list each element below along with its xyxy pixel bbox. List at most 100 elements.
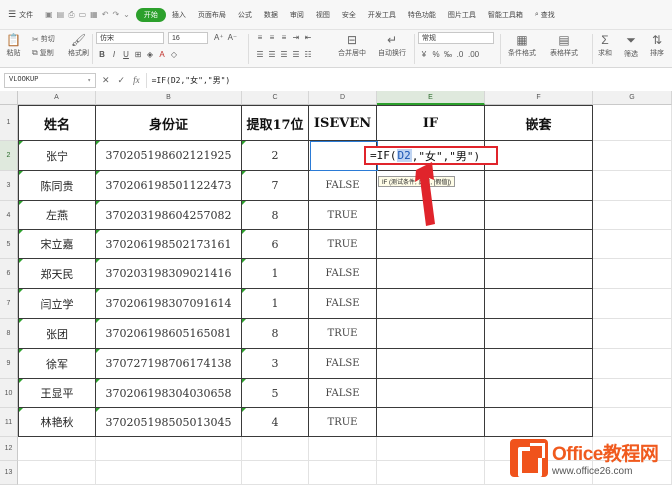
open-icon[interactable]: ▤ (57, 10, 65, 19)
table-style-button[interactable]: ▤ 表格样式 (550, 33, 578, 58)
copy-button[interactable]: ⧉ 复制 (32, 48, 54, 58)
paste-button[interactable]: 📋 粘贴 (6, 33, 21, 58)
column-header-f[interactable]: F (485, 91, 593, 105)
undo-icon[interactable]: ↶ (102, 10, 109, 19)
cell-f6[interactable] (485, 259, 593, 289)
tab-smart-toolbox[interactable]: 智能工具箱 (482, 10, 529, 20)
format-painter-button[interactable]: 🖌 格式刷 (68, 33, 89, 58)
formula-input[interactable]: =IF(D2,"女","男") (145, 72, 672, 88)
cell-a9[interactable]: 徐军 (18, 349, 96, 379)
column-header-e[interactable]: E (377, 91, 485, 105)
cell-b1[interactable]: 身份证 (96, 105, 242, 141)
cell-a12[interactable] (18, 437, 96, 461)
cell-f4[interactable] (485, 201, 593, 230)
file-menu[interactable]: ☰ 文件 (0, 9, 39, 20)
font-size-select[interactable]: 16 (168, 32, 208, 44)
cell-b2[interactable]: 370205198602121925 (96, 141, 242, 171)
cell-a5[interactable]: 宋立嘉 (18, 230, 96, 259)
number-format-select[interactable]: 常规 (418, 32, 494, 44)
cell-g10[interactable] (593, 379, 672, 408)
column-header-b[interactable]: B (96, 91, 242, 105)
row-header-4[interactable]: 4 (0, 201, 18, 230)
cell-e1[interactable]: IF (377, 105, 485, 141)
cell-b3[interactable]: 370206198501122473 (96, 171, 242, 201)
cell-a4[interactable]: 左燕 (18, 201, 96, 230)
merge-center-button[interactable]: ⊟ 合并居中 (338, 33, 366, 58)
cell-f3[interactable] (485, 171, 593, 201)
cell-g9[interactable] (593, 349, 672, 379)
cell-d10[interactable]: FALSE (309, 379, 377, 408)
cell-f10[interactable] (485, 379, 593, 408)
cell-c3[interactable]: 7 (242, 171, 309, 201)
cell-d9[interactable]: FALSE (309, 349, 377, 379)
row-header-7[interactable]: 7 (0, 289, 18, 319)
align-center-icon[interactable]: ☰ (268, 50, 276, 59)
export-icon[interactable]: ▦ (90, 10, 98, 19)
cell-g6[interactable] (593, 259, 672, 289)
row-header-3[interactable]: 3 (0, 171, 18, 201)
cell-d11[interactable]: TRUE (309, 408, 377, 437)
cell-e12[interactable] (377, 437, 485, 461)
conditional-format-button[interactable]: ▦ 条件格式 (508, 33, 536, 58)
redo-icon[interactable]: ↷ (112, 10, 119, 19)
sum-button[interactable]: Σ 求和 (598, 33, 612, 58)
underline-icon[interactable]: U (122, 50, 130, 59)
tab-security[interactable]: 安全 (336, 10, 362, 20)
name-box[interactable]: VLOOKUP ▾ (4, 72, 96, 88)
align-right-icon[interactable]: ☰ (280, 50, 288, 59)
cell-a7[interactable]: 闫立学 (18, 289, 96, 319)
cell-a3[interactable]: 陈同贵 (18, 171, 96, 201)
row-header-6[interactable]: 6 (0, 259, 18, 289)
cell-f7[interactable] (485, 289, 593, 319)
filter-button[interactable]: ⏷ 筛选 (624, 33, 638, 59)
tab-data[interactable]: 数据 (258, 10, 284, 20)
cell-e7[interactable] (377, 289, 485, 319)
cell-b10[interactable]: 370206198304030658 (96, 379, 242, 408)
cell-f2[interactable] (485, 141, 593, 171)
cell-b8[interactable]: 370206198605165081 (96, 319, 242, 349)
cell-e13[interactable] (377, 461, 485, 485)
more-icon[interactable]: ⌄ (123, 10, 130, 19)
cell-e9[interactable] (377, 349, 485, 379)
insert-function-icon[interactable]: fx (133, 75, 140, 85)
cut-button[interactable]: ✂ 剪切 (32, 34, 55, 44)
cell-g1[interactable] (593, 105, 672, 141)
clear-icon[interactable]: ◇ (170, 50, 178, 59)
confirm-icon[interactable]: ✓ (118, 75, 126, 86)
sort-button[interactable]: ⇅ 排序 (650, 33, 664, 58)
tab-home[interactable]: 开始 (135, 7, 166, 22)
shrink-font-icon[interactable]: A⁻ (228, 33, 238, 42)
row-header-1[interactable]: 1 (0, 105, 18, 141)
cell-d7[interactable]: FALSE (309, 289, 377, 319)
align-top-icon[interactable]: ≡ (256, 33, 264, 42)
cell-c5[interactable]: 6 (242, 230, 309, 259)
column-header-d[interactable]: D (309, 91, 377, 105)
cell-a1[interactable]: 姓名 (18, 105, 96, 141)
cell-d6[interactable]: FALSE (309, 259, 377, 289)
cell-a2[interactable]: 张宁 (18, 141, 96, 171)
cell-d12[interactable] (309, 437, 377, 461)
cell-b11[interactable]: 370205198505013045 (96, 408, 242, 437)
tab-features[interactable]: 特色功能 (402, 10, 442, 20)
cell-f11[interactable] (485, 408, 593, 437)
cell-c4[interactable]: 8 (242, 201, 309, 230)
bold-icon[interactable]: B (98, 50, 106, 59)
fill-color-icon[interactable]: ◈ (146, 50, 154, 59)
font-name-select[interactable]: 仿宋 (96, 32, 164, 44)
tab-review[interactable]: 审阅 (284, 10, 310, 20)
cell-b6[interactable]: 370203198309021416 (96, 259, 242, 289)
cell-a13[interactable] (18, 461, 96, 485)
cell-d8[interactable]: TRUE (309, 319, 377, 349)
cell-d4[interactable]: TRUE (309, 201, 377, 230)
cell-a8[interactable]: 张团 (18, 319, 96, 349)
row-header-10[interactable]: 10 (0, 379, 18, 408)
row-header-8[interactable]: 8 (0, 319, 18, 349)
font-color-icon[interactable]: A (158, 50, 166, 59)
cell-f1[interactable]: 嵌套 (485, 105, 593, 141)
row-header-13[interactable]: 13 (0, 461, 18, 485)
cell-e6[interactable] (377, 259, 485, 289)
cell-g5[interactable] (593, 230, 672, 259)
cell-e10[interactable] (377, 379, 485, 408)
tab-view[interactable]: 视图 (310, 10, 336, 20)
grow-font-icon[interactable]: A⁺ (214, 33, 224, 42)
